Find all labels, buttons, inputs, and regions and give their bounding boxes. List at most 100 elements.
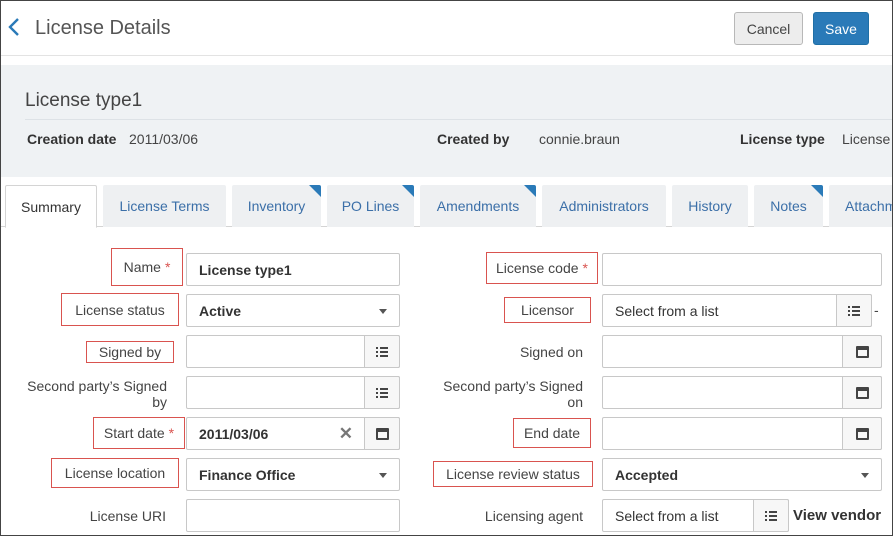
second-party-signed-on-input[interactable] (602, 376, 882, 409)
second-party-signed-by-label: Second party’s Signed by (21, 377, 167, 411)
page-header: License Details Cancel Save (1, 1, 892, 56)
label-text: License code (496, 260, 579, 276)
chevron-down-icon (379, 309, 387, 314)
tab-label: Inventory (247, 198, 306, 214)
tab-notes[interactable]: Notes (754, 185, 823, 227)
clear-icon[interactable]: ✕ (339, 425, 353, 442)
required-mark: * (164, 259, 171, 275)
end-date-label: End date (513, 418, 591, 448)
content-indicator-icon (309, 185, 321, 197)
calendar-icon (375, 427, 389, 440)
start-date-input[interactable]: 2011/03/06 ✕ (186, 417, 400, 450)
license-location-select[interactable]: Finance Office (186, 458, 400, 491)
license-code-input[interactable] (602, 253, 882, 286)
label-text: License URI (89, 507, 166, 524)
license-uri-input[interactable] (186, 499, 400, 532)
licensing-agent-label: Licensing agent (461, 499, 583, 532)
save-button[interactable]: Save (813, 12, 869, 45)
label-text: License review status (446, 466, 580, 482)
divider (25, 119, 892, 120)
list-picker-button[interactable] (836, 294, 872, 327)
select-value: Finance Office (199, 466, 296, 483)
signed-on-input[interactable] (602, 335, 882, 368)
name-label: Name * (111, 248, 183, 286)
license-review-status-label: License review status (433, 461, 593, 487)
licensing-agent-input[interactable]: Select from a list (602, 499, 789, 532)
end-date-input[interactable] (602, 417, 882, 450)
date-picker-button[interactable] (364, 417, 400, 450)
list-picker-button[interactable] (364, 376, 400, 409)
license-uri-label: License URI (61, 499, 166, 532)
license-code-label: License code * (486, 252, 598, 284)
calendar-icon (855, 386, 869, 399)
license-details-page: License Details Cancel Save License type… (0, 0, 893, 536)
creation-date-label: Creation date (27, 131, 117, 147)
label-text: License location (64, 465, 166, 481)
tab-attachments[interactable]: Attachments (829, 185, 892, 227)
tab-label: License Terms (119, 198, 210, 214)
creation-date-value: 2011/03/06 (129, 131, 199, 147)
tab-po-lines[interactable]: PO Lines (327, 185, 414, 227)
tab-administrators[interactable]: Administrators (542, 185, 666, 227)
input-placeholder: Select from a list (615, 302, 719, 319)
date-picker-button[interactable] (842, 376, 882, 409)
start-date-label: Start date * (93, 417, 185, 449)
date-picker-button[interactable] (842, 417, 882, 450)
tab-license-terms[interactable]: License Terms (103, 185, 226, 227)
label-text: Licensing agent (484, 507, 583, 524)
license-review-status-select[interactable]: Accepted (602, 458, 882, 491)
tab-label: Notes (770, 198, 807, 214)
licensor-dash: - (874, 302, 879, 318)
signed-by-label: Signed by (86, 341, 174, 363)
second-party-signed-on-label: Second party’s Signed on (437, 377, 583, 411)
second-party-signed-by-input[interactable] (186, 376, 400, 409)
select-value: Active (199, 302, 242, 319)
date-picker-button[interactable] (842, 335, 882, 368)
list-icon (765, 510, 777, 521)
label-text: Signed on (519, 343, 583, 360)
list-icon (376, 387, 388, 398)
required-mark: * (582, 260, 588, 276)
signed-by-input[interactable] (186, 335, 400, 368)
tab-inventory[interactable]: Inventory (232, 185, 321, 227)
tab-history[interactable]: History (672, 185, 748, 227)
tab-label: Amendments (436, 198, 520, 214)
select-value: Accepted (615, 466, 679, 483)
license-status-label: License status (61, 293, 179, 326)
name-input[interactable]: License type1 (186, 253, 400, 286)
label-text: Licensor (521, 302, 574, 318)
tab-label: History (688, 198, 732, 214)
content-indicator-icon (524, 185, 536, 197)
input-placeholder: Select from a list (615, 507, 719, 524)
created-by-value: connie.braun (539, 131, 620, 147)
label-text: License status (75, 301, 165, 318)
record-summary: License type1 Creation date 2011/03/06 C… (1, 65, 892, 177)
required-mark: * (168, 425, 175, 441)
content-indicator-icon (402, 185, 414, 197)
license-status-select[interactable]: Active (186, 294, 400, 327)
license-type-label: License type (740, 131, 825, 147)
view-vendor-link[interactable]: View vendor (793, 507, 881, 524)
tab-amendments[interactable]: Amendments (420, 185, 536, 227)
chevron-down-icon (379, 473, 387, 478)
label-text: Second party’s Signed by (27, 378, 167, 410)
calendar-icon (855, 427, 869, 440)
signed-on-label: Signed on (481, 335, 583, 368)
list-icon (848, 305, 860, 316)
tab-bar: Summary License Terms Inventory PO Lines… (1, 185, 892, 228)
license-location-label: License location (51, 458, 179, 488)
cancel-button[interactable]: Cancel (734, 12, 803, 45)
list-picker-button[interactable] (753, 499, 789, 532)
back-arrow-icon[interactable] (5, 13, 23, 41)
label-text: End date (523, 425, 581, 441)
content-indicator-icon (811, 185, 823, 197)
licensor-label: Licensor (504, 297, 591, 323)
licensor-input[interactable]: Select from a list (602, 294, 872, 327)
tab-summary[interactable]: Summary (5, 185, 97, 228)
tab-label: Attachments (845, 198, 892, 214)
chevron-down-icon (861, 473, 869, 478)
input-value: License type1 (199, 261, 292, 278)
list-picker-button[interactable] (364, 335, 400, 368)
input-value: 2011/03/06 (199, 425, 269, 442)
label-text: Signed by (98, 344, 162, 360)
